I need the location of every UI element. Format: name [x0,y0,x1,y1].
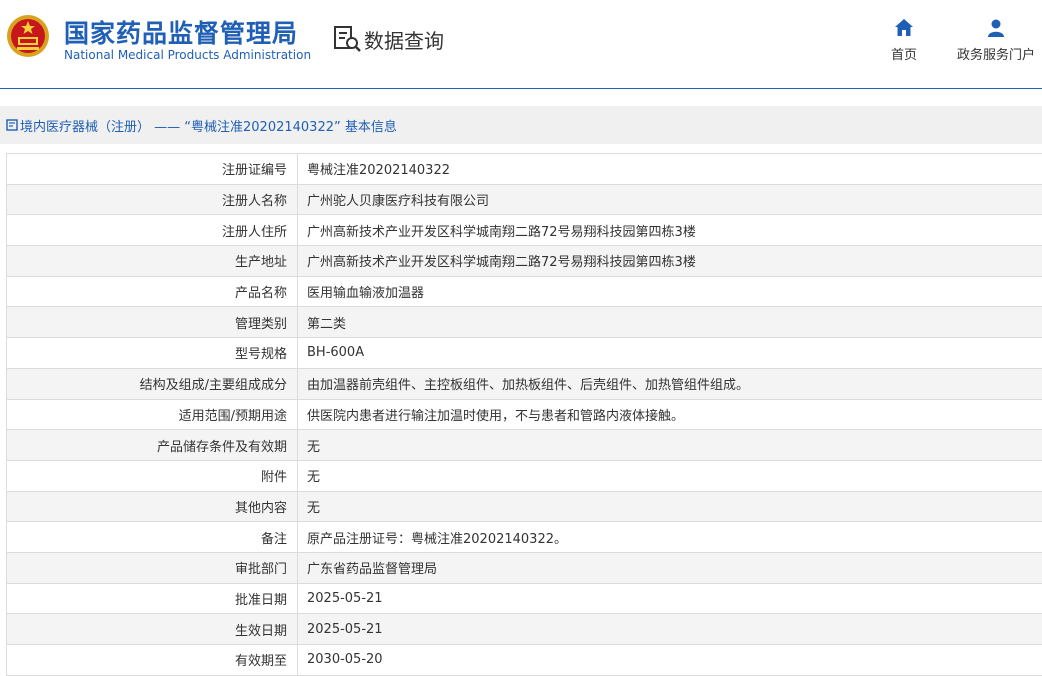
field-value: 2030-05-20 [297,644,1042,676]
home-icon [895,19,913,36]
field-label: 生效日期 [6,613,298,645]
site-header: 国家药品监督管理局 National Medical Products Admi… [0,0,1042,89]
nav-home[interactable]: 首页 [884,18,924,63]
field-label: 附件 [6,459,298,492]
national-emblem-icon [7,15,49,57]
table-row: 注册人住所 广州高新技术产业开发区科学城南翔二路72号易翔科技园第四栋3楼 [6,214,1042,247]
field-value: 原产品注册证号：粤械注准20202140322。 [297,521,1042,553]
field-value: 无 [297,429,1042,461]
field-label: 审批部门 [6,551,298,584]
field-label: 管理类别 [6,306,298,339]
field-label: 注册人名称 [6,183,298,216]
field-label: 结构及组成/主要组成成分 [6,367,298,400]
org-name-en: National Medical Products Administration [64,48,312,62]
table-row: 生效日期 2025-05-21 [6,613,1042,645]
field-label: 生产地址 [6,245,298,277]
table-row: 产品名称 医用输血输液加温器 [6,275,1042,308]
field-label: 产品储存条件及有效期 [6,429,298,461]
field-label: 有效期至 [6,644,298,676]
nav-portal[interactable]: 政务服务门户 [952,18,1040,63]
field-value: 广东省药品监督管理局 [297,551,1042,584]
table-row: 批准日期 2025-05-21 [6,582,1042,615]
field-value: 粤械注准20202140322 [297,153,1042,185]
field-value: 无 [297,490,1042,523]
user-icon [988,19,1004,37]
field-value: 医用输血输液加温器 [297,275,1042,308]
table-row: 附件无 [6,459,1042,492]
field-label: 注册人住所 [6,214,298,247]
field-label: 其他内容 [6,490,298,523]
field-value: 供医院内患者进行输注加温时使用，不与患者和管路内液体接触。 [297,398,1042,431]
table-row: 生产地址 广州高新技术产业开发区科学城南翔二路72号易翔科技园第四栋3楼 [6,245,1042,277]
breadcrumb: 境内医疗器械（注册） —— “粤械注准20202140322” 基本信息 [0,106,1042,144]
field-value: 广州驼人贝康医疗科技有限公司 [297,183,1042,216]
org-name-cn: 国家药品监督管理局 [64,19,299,48]
data-query-label: 数据查询 [364,28,444,53]
field-label: 备注 [6,521,298,553]
table-row: 适用范围/预期用途 供医院内患者进行输注加温时使用，不与患者和管路内液体接触。 [6,398,1042,431]
field-value: 2025-05-21 [297,613,1042,645]
field-value: 第二类 [297,306,1042,339]
table-row: 结构及组成/主要组成成分 由加温器前壳组件、主控板组件、加热板组件、后壳组件、加热… [6,367,1042,400]
table-row: 备注 原产品注册证号：粤械注准20202140322。 [6,521,1042,553]
field-label: 注册证编号 [6,153,298,185]
data-query-icon [334,26,361,52]
field-value: BH-600A [297,337,1042,369]
document-icon [6,119,18,131]
data-query-link[interactable]: 数据查询 [332,24,444,54]
field-label: 批准日期 [6,582,298,615]
field-value: 由加温器前壳组件、主控板组件、加热板组件、后壳组件、加热管组件组成。 [297,367,1042,400]
table-row: 产品储存条件及有效期无 [6,429,1042,461]
field-label: 产品名称 [6,275,298,308]
table-row: 其他内容无 [6,490,1042,523]
table-row: 管理类别 第二类 [6,306,1042,339]
table-row: 型号规格 BH-600A [6,337,1042,369]
nav-portal-label: 政务服务门户 [956,48,1035,63]
table-row: 有效期至 2030-05-20 [6,644,1042,676]
field-value: 广州高新技术产业开发区科学城南翔二路72号易翔科技园第四栋3楼 [297,214,1042,247]
field-label: 型号规格 [6,337,298,369]
breadcrumb-text: 境内医疗器械（注册） —— “粤械注准20202140322” 基本信息 [20,119,397,135]
field-value: 广州高新技术产业开发区科学城南翔二路72号易翔科技园第四栋3楼 [297,245,1042,277]
table-row: 审批部门 广东省药品监督管理局 [6,551,1042,584]
table-row: 注册证编号 粤械注准20202140322 [6,153,1042,185]
field-label: 适用范围/预期用途 [6,398,298,431]
device-info-table: 注册证编号 粤械注准20202140322 注册人名称 广州驼人贝康医疗科技有限公司注… [6,153,1042,676]
field-value: 2025-05-21 [297,582,1042,615]
nav-home-label: 首页 [890,48,917,63]
table-row: 注册人名称 广州驼人贝康医疗科技有限公司 [6,183,1042,216]
field-value: 无 [297,459,1042,492]
